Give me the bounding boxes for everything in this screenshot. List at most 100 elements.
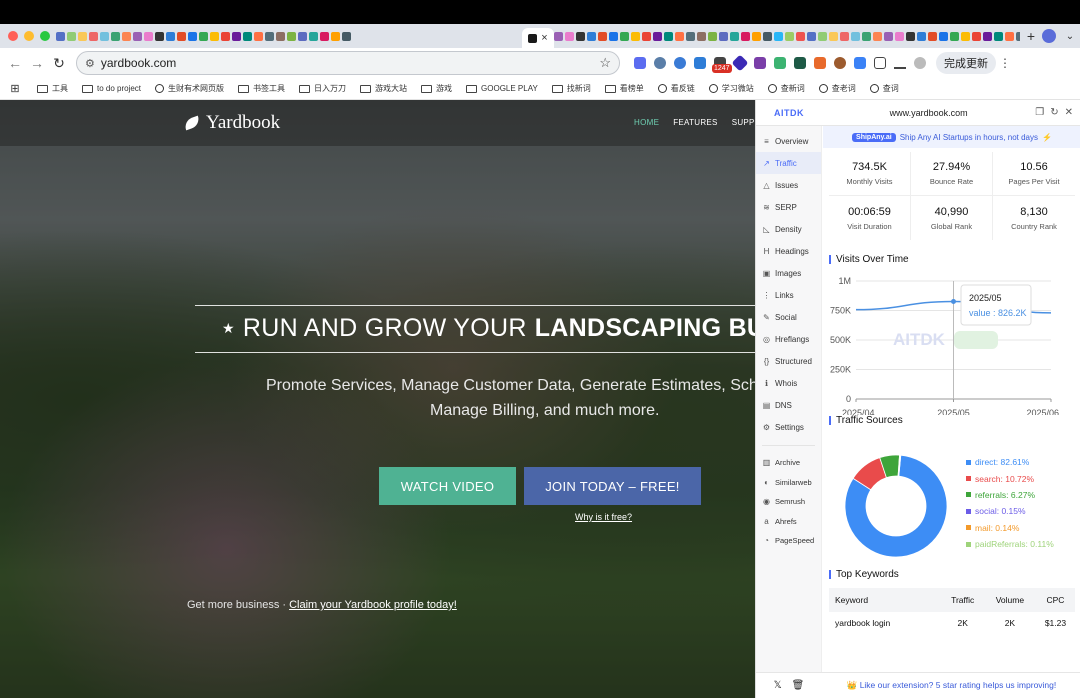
pinned-tab-favicon-icon[interactable] (122, 31, 131, 41)
extensions-menu-icon[interactable] (874, 57, 886, 69)
close-window-button[interactable] (8, 31, 18, 41)
sidebar-item-links[interactable]: ⋮ Links (756, 284, 821, 306)
bookmark-item[interactable]: 查新词 (761, 83, 812, 94)
sidebar-item-serp[interactable]: ≋ SERP (756, 196, 821, 218)
pinned-tab-favicon-icon[interactable] (773, 31, 783, 41)
legend-item[interactable]: paidReferrals: 0.11% (966, 536, 1054, 552)
pinned-tab-favicon-icon[interactable] (850, 31, 860, 41)
column-header[interactable]: CPC (1035, 588, 1075, 612)
pinned-tab-favicon-icon[interactable] (575, 31, 585, 41)
pinned-tab-favicon-icon[interactable] (839, 31, 849, 41)
pinned-tab-favicon-icon[interactable] (111, 31, 120, 41)
table-row[interactable]: yardbook login 2K 2K $1.23 (829, 612, 1075, 634)
pinned-tab-favicon-icon[interactable] (78, 31, 87, 41)
sidebar-item-social[interactable]: ✎ Social (756, 306, 821, 328)
blue-extension-icon[interactable] (854, 57, 866, 69)
site-info-icon[interactable]: ⚙ (85, 57, 95, 70)
rating-message[interactable]: 👑 Like our extension? 5 star rating help… (822, 680, 1080, 691)
pinned-tab-favicon-icon[interactable] (597, 31, 607, 41)
pinned-tab-favicon-icon[interactable] (784, 31, 794, 41)
pinned-tab-favicon-icon[interactable] (155, 31, 164, 41)
purple-extension-icon[interactable] (754, 57, 766, 69)
cookie-extension-icon[interactable] (834, 57, 846, 69)
pinned-tab-favicon-icon[interactable] (309, 31, 318, 41)
pinned-tab-favicon-icon[interactable] (177, 31, 186, 41)
pinned-tab-favicon-icon[interactable] (641, 31, 651, 41)
bookmark-item[interactable]: 找新词 (545, 83, 598, 94)
pinned-tab-favicon-icon[interactable] (949, 31, 959, 41)
pinned-tab-favicon-icon[interactable] (619, 31, 629, 41)
avatar[interactable] (914, 57, 926, 69)
pinned-tab-favicon-icon[interactable] (553, 31, 563, 41)
sidebar-item-headings[interactable]: H Headings (756, 240, 821, 262)
sidebar-item-semrush[interactable]: ◉ Semrush (756, 492, 821, 512)
active-tab[interactable]: × (522, 28, 554, 48)
trash-icon[interactable]: 🗑 (792, 680, 805, 691)
pinned-tab-favicon-icon[interactable] (199, 31, 208, 41)
pinned-tab-favicon-icon[interactable] (56, 31, 65, 41)
bookmark-item[interactable]: 查词 (863, 83, 906, 94)
address-bar[interactable]: ⚙ yardbook.com ☆ (76, 51, 620, 75)
pinned-tab-favicon-icon[interactable] (861, 31, 871, 41)
bookmark-star-icon[interactable]: ☆ (599, 55, 611, 71)
pinned-tab-favicon-icon[interactable] (254, 31, 263, 41)
pinned-tab-favicon-icon[interactable] (740, 31, 750, 41)
bookmark-item[interactable]: 游戏 (414, 83, 459, 94)
pinned-tab-favicon-icon[interactable] (751, 31, 761, 41)
pinned-tab-favicon-icon[interactable] (729, 31, 739, 41)
legend-item[interactable]: search: 10.72% (966, 470, 1054, 486)
menu-home[interactable]: HOME (634, 118, 659, 127)
pinned-tab-favicon-icon[interactable] (762, 31, 772, 41)
pinned-tab-favicon-icon[interactable] (608, 31, 618, 41)
watch-video-button[interactable]: WATCH VIDEO (379, 467, 516, 505)
pinned-tab-favicon-icon[interactable] (221, 31, 230, 41)
pinned-tab-favicon-icon[interactable] (342, 31, 351, 41)
legend-item[interactable]: direct: 82.61% (966, 454, 1054, 470)
pinned-tab-favicon-icon[interactable] (652, 31, 662, 41)
sidebar-item-structured[interactable]: {} Structured (756, 350, 821, 372)
pinned-tab-favicon-icon[interactable] (938, 31, 948, 41)
puzzle-extension-icon[interactable] (694, 57, 706, 69)
bookmark-item[interactable]: 看榜单 (598, 83, 651, 94)
sidebar-item-traffic[interactable]: ↗ Traffic (756, 152, 821, 174)
pinned-tab-favicon-icon[interactable] (674, 31, 684, 41)
pinned-tab-favicon-icon[interactable] (993, 31, 1003, 41)
pinned-tab-favicon-icon[interactable] (320, 31, 329, 41)
new-tab-button[interactable]: + (1020, 28, 1042, 44)
bookmark-item[interactable]: 书签工具 (231, 83, 292, 94)
back-arrow-icon[interactable]: ← (4, 55, 26, 71)
more-menu-icon[interactable]: ⋮ (996, 56, 1014, 70)
pinned-tab-favicon-icon[interactable] (144, 31, 153, 41)
bookmark-item[interactable]: 日入万刀 (292, 83, 353, 94)
pinned-tab-favicon-icon[interactable] (927, 31, 937, 41)
menu-features[interactable]: FEATURES (673, 118, 717, 127)
forward-arrow-icon[interactable]: → (26, 55, 48, 71)
pinned-tab-favicon-icon[interactable] (166, 31, 175, 41)
pinned-tab-favicon-icon[interactable] (806, 31, 816, 41)
pinned-tab-favicon-icon[interactable] (67, 31, 76, 41)
g-extension-icon[interactable] (674, 57, 686, 69)
pinned-tab-favicon-icon[interactable] (188, 31, 197, 41)
bookmark-item[interactable]: 游戏大站 (353, 83, 414, 94)
sidebar-item-images[interactable]: ▣ Images (756, 262, 821, 284)
sidebar-item-archive[interactable]: ▥ Archive (756, 453, 821, 473)
profile-icon[interactable] (1042, 29, 1056, 43)
pinned-tab-favicon-icon[interactable] (298, 31, 307, 41)
url-text[interactable]: yardbook.com (101, 56, 593, 70)
sidebar-item-ahrefs[interactable]: a Ahrefs (756, 512, 821, 532)
sidebar-item-similarweb[interactable]: ◐ Similarweb (756, 473, 821, 493)
pinned-tab-favicon-icon[interactable] (100, 31, 109, 41)
update-button[interactable]: 完成更新 (936, 52, 996, 74)
pinned-tab-favicon-icon[interactable] (210, 31, 219, 41)
column-header[interactable]: Keyword (829, 588, 942, 612)
join-today-button[interactable]: JOIN TODAY – FREE! (524, 467, 701, 505)
copy-icon[interactable]: ❐ (1035, 107, 1044, 118)
pinned-tab-favicon-icon[interactable] (894, 31, 904, 41)
pinned-tab-favicon-icon[interactable] (707, 31, 717, 41)
legend-item[interactable]: mail: 0.14% (966, 520, 1054, 536)
tab-search-icon[interactable]: ⌄ (1060, 31, 1080, 42)
pinned-tab-favicon-icon[interactable] (982, 31, 992, 41)
column-header[interactable]: Traffic (941, 588, 984, 612)
pinned-tab-favicon-icon[interactable] (685, 31, 695, 41)
sidebar-item-density[interactable]: ◺ Density (756, 218, 821, 240)
